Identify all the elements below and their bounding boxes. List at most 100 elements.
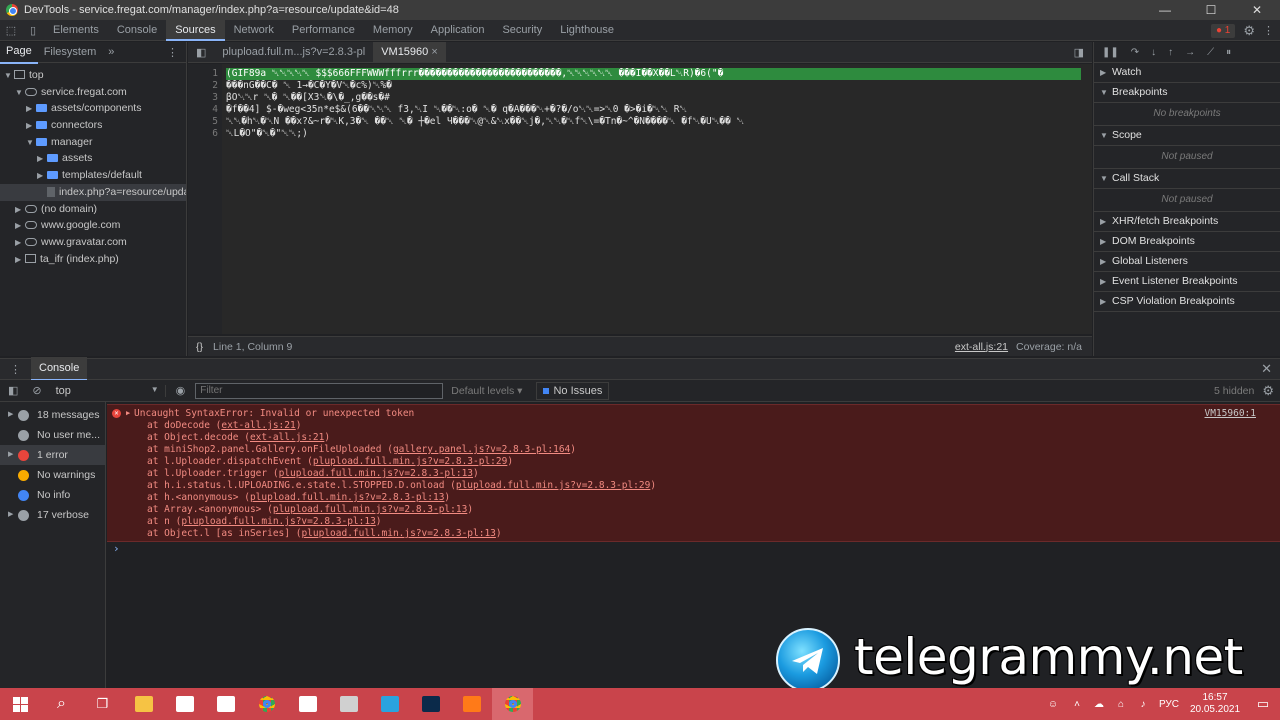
tab-network[interactable]: Network xyxy=(225,20,283,41)
taskbar-app[interactable]: ⌕ xyxy=(41,688,82,720)
stack-frame-link[interactable]: plupload.full.min.js?v=2.8.3-pl:13 xyxy=(181,516,375,527)
taskbar-app[interactable] xyxy=(451,688,492,720)
error-message[interactable]: ✕ ▶ Uncaught SyntaxError: Invalid or une… xyxy=(107,404,1280,542)
taskbar-app[interactable] xyxy=(164,688,205,720)
debugger-section-header[interactable]: ▶ XHR/fetch Breakpoints xyxy=(1094,212,1280,232)
error-count-badge[interactable]: ● 1 xyxy=(1210,23,1236,38)
pretty-print-button[interactable]: {} xyxy=(188,341,213,353)
debugger-section-header[interactable]: ▶ Global Listeners xyxy=(1094,252,1280,272)
stack-frame-link[interactable]: plupload.full.min.js?v=2.8.3-pl:29 xyxy=(313,456,507,467)
collapsed-triangle-icon[interactable]: ▶ xyxy=(26,118,36,134)
console-filter-item[interactable]: ▶ 17 verbose xyxy=(0,505,105,525)
volume-icon[interactable]: ♪ xyxy=(1132,699,1154,710)
tab-sources[interactable]: Sources xyxy=(166,19,225,41)
editor-tab-vm[interactable]: VM15960 × xyxy=(373,41,446,63)
tree-item[interactable]: ▶ assets/components xyxy=(0,100,186,117)
step-icon[interactable]: → xyxy=(1185,47,1195,58)
taskbar-app[interactable]: ❐ xyxy=(82,688,123,720)
tree-item[interactable]: ▼ service.fregat.com xyxy=(0,84,186,101)
more-menu-icon[interactable]: ⋮ xyxy=(1263,24,1274,37)
error-source-link[interactable]: VM15960:1 xyxy=(1205,408,1256,419)
stack-frame-link[interactable]: plupload.full.min.js?v=2.8.3-pl:29 xyxy=(456,480,650,491)
tree-item[interactable]: ▶ (no domain) xyxy=(0,201,186,218)
console-filter-item[interactable]: ▶ 1 error xyxy=(0,445,105,465)
pause-icon[interactable]: ❚❚ xyxy=(1102,47,1119,58)
collapsed-triangle-icon[interactable]: ▶ xyxy=(37,151,47,167)
tab-console[interactable]: Console xyxy=(108,20,166,41)
people-icon[interactable]: ☺ xyxy=(1040,699,1066,710)
tree-item[interactable]: ▼ manager xyxy=(0,134,186,151)
collapsed-triangle-icon[interactable]: ▶ xyxy=(15,202,25,218)
debugger-section-header[interactable]: ▼ Breakpoints xyxy=(1094,83,1280,103)
taskbar-app[interactable] xyxy=(410,688,451,720)
step-over-icon[interactable]: ↷ xyxy=(1131,47,1139,58)
console-prompt[interactable]: › xyxy=(113,542,120,555)
expanded-triangle-icon[interactable]: ▼ xyxy=(26,135,36,151)
collapsed-triangle-icon[interactable]: ▶ xyxy=(26,101,36,117)
stack-frame-link[interactable]: gallery.panel.js?v=2.8.3-pl:164 xyxy=(393,444,570,455)
collapsed-triangle-icon[interactable]: ▶ xyxy=(15,218,25,234)
more-tabs-chevron-icon[interactable]: » xyxy=(108,46,114,58)
step-out-icon[interactable]: ↑ xyxy=(1168,47,1173,58)
notifications-icon[interactable]: ▭ xyxy=(1246,696,1280,712)
tab-lighthouse[interactable]: Lighthouse xyxy=(551,20,623,41)
stack-frame-link[interactable]: ext-all.js:21 xyxy=(250,432,324,443)
stack-frame-link[interactable]: plupload.full.min.js?v=2.8.3-pl:13 xyxy=(250,492,444,503)
console-filter-item[interactable]: No info xyxy=(0,485,105,505)
minimize-button[interactable]: — xyxy=(1142,0,1188,20)
pause-on-exceptions-icon[interactable]: ⏸ xyxy=(1226,47,1231,58)
debugger-section-header[interactable]: ▶ CSP Violation Breakpoints xyxy=(1094,292,1280,312)
tab-elements[interactable]: Elements xyxy=(44,20,108,41)
source-link[interactable]: ext-all.js:21 xyxy=(955,341,1008,353)
toggle-debugger-icon[interactable]: ◨ xyxy=(1074,46,1084,59)
nav-tab-page[interactable]: Page xyxy=(0,41,38,64)
tab-performance[interactable]: Performance xyxy=(283,20,364,41)
context-selector[interactable]: top ▼ xyxy=(48,384,166,397)
stack-frame-link[interactable]: ext-all.js:21 xyxy=(221,420,295,431)
expanded-triangle-icon[interactable]: ▼ xyxy=(4,68,14,84)
collapsed-triangle-icon[interactable]: ▶ xyxy=(37,168,47,184)
drawer-menu-icon[interactable]: ⋮ xyxy=(0,363,31,376)
maximize-button[interactable]: ☐ xyxy=(1188,0,1234,20)
step-into-icon[interactable]: ↓ xyxy=(1151,47,1156,58)
expand-triangle-icon[interactable]: ▶ xyxy=(126,409,130,417)
stack-frame-link[interactable]: plupload.full.min.js?v=2.8.3-pl:13 xyxy=(273,504,467,515)
show-sidebar-icon[interactable]: ◧ xyxy=(0,384,26,397)
tree-item[interactable]: ▼ top xyxy=(0,67,186,84)
language-indicator[interactable]: РУС xyxy=(1154,699,1184,710)
taskbar-app[interactable] xyxy=(287,688,328,720)
collapsed-triangle-icon[interactable]: ▶ xyxy=(15,235,25,251)
tree-item[interactable]: ▶ assets xyxy=(0,150,186,167)
tab-security[interactable]: Security xyxy=(493,20,551,41)
issues-button[interactable]: No Issues xyxy=(536,381,610,400)
taskbar-app[interactable] xyxy=(246,688,287,720)
close-tab-icon[interactable]: × xyxy=(431,46,437,58)
navigator-menu-icon[interactable]: ⋮ xyxy=(167,46,178,59)
tree-item[interactable]: ▶ www.google.com xyxy=(0,217,186,234)
tab-application[interactable]: Application xyxy=(422,20,494,41)
device-toolbar-icon[interactable]: ▯ xyxy=(22,20,44,41)
tree-item[interactable]: ▶ www.gravatar.com xyxy=(0,234,186,251)
expanded-triangle-icon[interactable]: ▼ xyxy=(15,85,25,101)
debugger-section-header[interactable]: ▶ Event Listener Breakpoints xyxy=(1094,272,1280,292)
console-filter-item[interactable]: No warnings xyxy=(0,465,105,485)
settings-gear-icon[interactable]: ⚙ xyxy=(1243,23,1255,39)
taskbar-app[interactable] xyxy=(328,688,369,720)
debugger-section-header[interactable]: ▶ Watch xyxy=(1094,63,1280,83)
clear-console-icon[interactable]: ⊘ xyxy=(26,384,47,397)
cloud-icon[interactable]: ☁ xyxy=(1088,699,1110,710)
nav-tab-filesystem[interactable]: Filesystem xyxy=(38,42,103,63)
log-levels-dropdown[interactable]: Default levels ▾ xyxy=(443,385,522,397)
toggle-navigator-icon[interactable]: ◧ xyxy=(188,46,214,59)
stack-frame-link[interactable]: plupload.full.min.js?v=2.8.3-pl:13 xyxy=(301,528,495,539)
tree-item[interactable]: ▶ ta_ifr (index.php) xyxy=(0,251,186,268)
tree-item[interactable]: index.php?a=resource/update xyxy=(0,183,186,201)
console-filter-item[interactable]: ▶ 18 messages xyxy=(0,405,105,425)
console-filter-item[interactable]: No user me... xyxy=(0,425,105,445)
stack-frame-link[interactable]: plupload.full.min.js?v=2.8.3-pl:13 xyxy=(279,468,473,479)
taskbar-app[interactable] xyxy=(123,688,164,720)
tree-item[interactable]: ▶ connectors xyxy=(0,117,186,134)
tab-memory[interactable]: Memory xyxy=(364,20,422,41)
filter-input[interactable] xyxy=(195,382,444,399)
drawer-tab-console[interactable]: Console xyxy=(31,357,88,381)
